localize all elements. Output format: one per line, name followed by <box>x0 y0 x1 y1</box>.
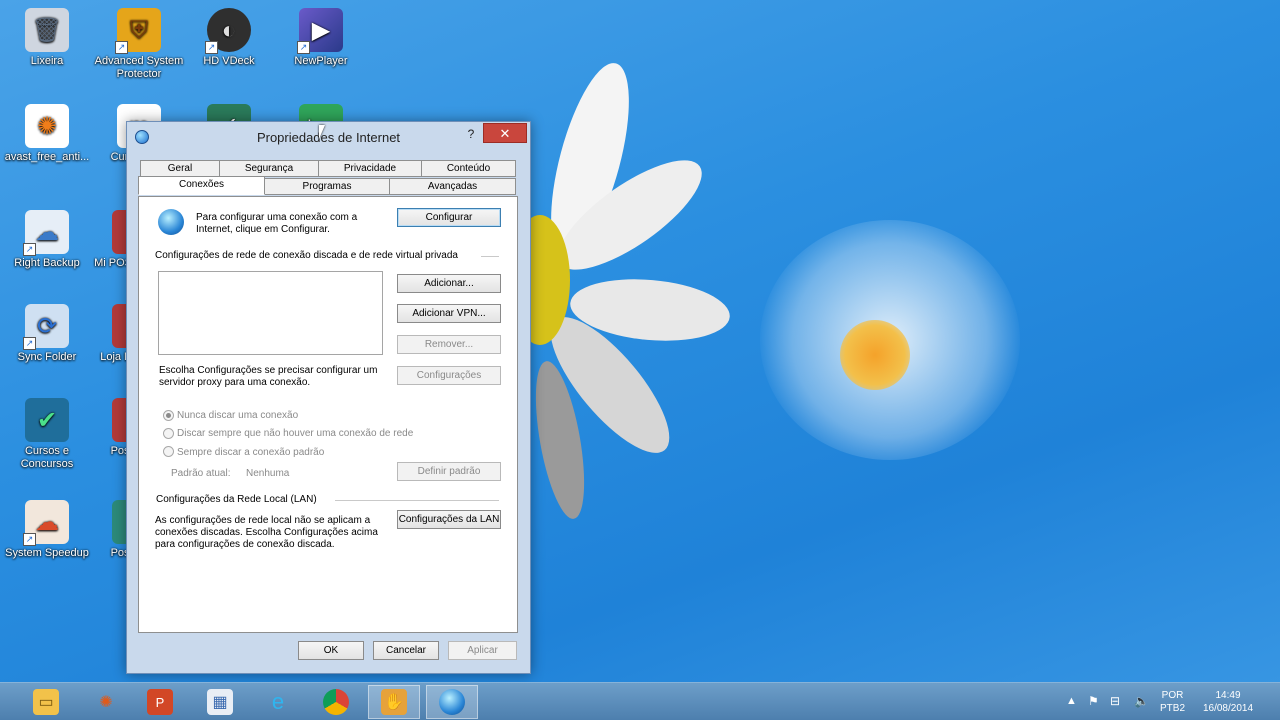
tab-privacidade[interactable]: Privacidade <box>318 160 422 177</box>
dialup-section-heading: Configurações de rede de conexão discada… <box>155 250 458 261</box>
taskbar-powerpoint[interactable]: P <box>134 685 186 719</box>
desktop-icon-cursos-concursos[interactable]: ✔ Cursos e Concursos <box>0 398 94 471</box>
radio-always-dial[interactable] <box>163 446 174 457</box>
globe-network-icon <box>158 209 184 235</box>
desktop-icon-label: avast_free_anti... <box>4 151 90 163</box>
taskbar-avast[interactable]: ✺ <box>80 685 132 719</box>
lan-section-heading: Configurações da Rede Local (LAN) <box>156 494 317 505</box>
connections-list[interactable] <box>158 271 383 355</box>
tab-conexoes[interactable]: Conexões <box>138 176 265 195</box>
avast-icon: ✺ <box>99 694 113 711</box>
add-button[interactable]: Adicionar... <box>397 274 501 293</box>
remove-button[interactable]: Remover... <box>397 335 501 354</box>
settings-button[interactable]: Configurações <box>397 366 501 385</box>
radio-always-dial-label: Sempre discar a conexão padrão <box>177 447 325 458</box>
taskbar: ▭ ✺ P ▦ e ✋ ▲ ⚑ ⊟ 🔈 POR PTB2 14:49 16/08… <box>0 682 1280 720</box>
conexoes-panel: Para configurar uma conexão com a Intern… <box>138 196 518 633</box>
internet-properties-dialog: Propriedades de Internet ? ✕ Geral Segur… <box>126 121 531 674</box>
set-default-button[interactable]: Definir padrão <box>397 462 501 481</box>
powerpoint-icon: P <box>147 689 173 715</box>
keyboard-layout: PTB2 <box>1160 703 1186 714</box>
desktop-icon-hd-vdeck[interactable]: ◐ ↗ HD VDeck <box>182 8 276 68</box>
lan-settings-button[interactable]: Configurações da LAN <box>397 510 501 529</box>
language-code: POR <box>1161 690 1184 701</box>
language-indicator[interactable]: POR PTB2 <box>1160 689 1185 715</box>
divider <box>481 256 499 257</box>
taskbar-internet-options[interactable] <box>426 685 478 719</box>
add-vpn-button[interactable]: Adicionar VPN... <box>397 304 501 323</box>
desktop-icon-label: Cursos e Concursos <box>20 445 74 470</box>
tab-conteudo[interactable]: Conteúdo <box>421 160 516 177</box>
ok-button[interactable]: OK <box>298 641 364 660</box>
action-center-flag-icon[interactable]: ⚑ <box>1088 694 1099 708</box>
tab-geral[interactable]: Geral <box>140 160 220 177</box>
radio-dial-when-none[interactable] <box>163 428 174 439</box>
volume-icon[interactable]: 🔈 <box>1134 694 1149 708</box>
desktop-icon-label: Right Backup <box>14 257 80 269</box>
speedup-icon: ☁ ↗ <box>23 500 69 546</box>
newplayer-icon: ▶ ↗ <box>297 8 343 54</box>
app-icon: ✋ <box>381 689 407 715</box>
desktop-icon-newplayer[interactable]: ▶ ↗ NewPlayer <box>274 8 368 68</box>
current-default-value: Nenhuma <box>246 468 290 479</box>
shield-icon: ⛨ ↗ <box>115 8 161 54</box>
desktop-icon-advanced-system-protector[interactable]: ⛨ ↗ Advanced System Protector <box>92 8 186 81</box>
desktop-icon-system-speedup[interactable]: ☁ ↗ System Speedup <box>0 500 94 560</box>
desktop-icon-label: HD VDeck <box>203 55 255 67</box>
desktop-icon-label: NewPlayer <box>294 55 348 67</box>
cancel-button[interactable]: Cancelar <box>373 641 439 660</box>
desktop-icon-sync-folder[interactable]: ⟳ ↗ Sync Folder <box>0 304 94 364</box>
network-icon[interactable]: ⊟ <box>1110 694 1120 708</box>
close-button[interactable]: ✕ <box>483 123 527 143</box>
current-default-label: Padrão atual: <box>171 468 231 479</box>
desktop-icon-avast[interactable]: ✺ avast_free_anti... <box>0 104 94 164</box>
configure-button[interactable]: Configurar <box>397 208 501 227</box>
tab-avancadas[interactable]: Avançadas <box>389 178 516 195</box>
taskbar-paint[interactable]: ▦ <box>194 685 246 719</box>
title-bar[interactable]: Propriedades de Internet ? ✕ <box>127 122 530 151</box>
internet-explorer-icon: e <box>271 689 285 714</box>
hdvdeck-icon: ◐ ↗ <box>205 8 251 54</box>
recycle-bin-icon: 🗑 <box>25 8 69 52</box>
tray-show-hidden-icon[interactable]: ▲ <box>1066 695 1077 707</box>
avast-icon: ✺ <box>25 104 69 148</box>
radio-never-dial[interactable] <box>163 410 174 421</box>
tab-programas[interactable]: Programas <box>264 178 390 195</box>
apply-button[interactable]: Aplicar <box>448 641 517 660</box>
taskbar-file-explorer[interactable]: ▭ <box>20 685 72 719</box>
desktop-icon-label: Sync Folder <box>17 351 77 363</box>
desktop-icon-label: Lixeira <box>30 55 64 67</box>
cloud-backup-icon: ☁ ↗ <box>23 210 69 256</box>
help-button[interactable]: ? <box>463 127 479 141</box>
divider <box>335 500 499 501</box>
taskbar-internet-explorer[interactable]: e <box>252 685 304 719</box>
internet-options-icon <box>439 689 465 715</box>
clock-time: 14:49 <box>1215 690 1241 701</box>
proxy-text: Escolha Configurações se precisar config… <box>159 365 378 388</box>
chrome-icon <box>323 689 349 715</box>
sync-folder-icon: ⟳ ↗ <box>23 304 69 350</box>
desktop-icon-label: Advanced System Protector <box>94 55 184 80</box>
taskbar-chrome[interactable] <box>310 685 362 719</box>
clock[interactable]: 14:49 16/08/2014 <box>1198 689 1258 715</box>
checkmark-icon: ✔ <box>25 398 69 442</box>
desktop-icon-right-backup[interactable]: ☁ ↗ Right Backup <box>0 210 94 270</box>
taskbar-app[interactable]: ✋ <box>368 685 420 719</box>
lan-text: As configurações de rede local não se ap… <box>155 515 378 550</box>
paint-icon: ▦ <box>207 689 233 715</box>
radio-never-dial-label: Nunca discar uma conexão <box>177 410 299 421</box>
file-explorer-icon: ▭ <box>33 689 59 715</box>
desktop-icon-label: System Speedup <box>5 547 89 559</box>
mouse-cursor-icon <box>319 125 325 139</box>
clock-date: 16/08/2014 <box>1202 703 1254 714</box>
desktop-icon-recycle-bin[interactable]: 🗑 Lixeira <box>0 8 94 68</box>
radio-dial-when-none-label: Discar sempre que não houver uma conexão… <box>177 428 414 439</box>
tab-seguranca[interactable]: Segurança <box>219 160 319 177</box>
setup-text: Para configurar uma conexão com a Intern… <box>196 212 358 235</box>
